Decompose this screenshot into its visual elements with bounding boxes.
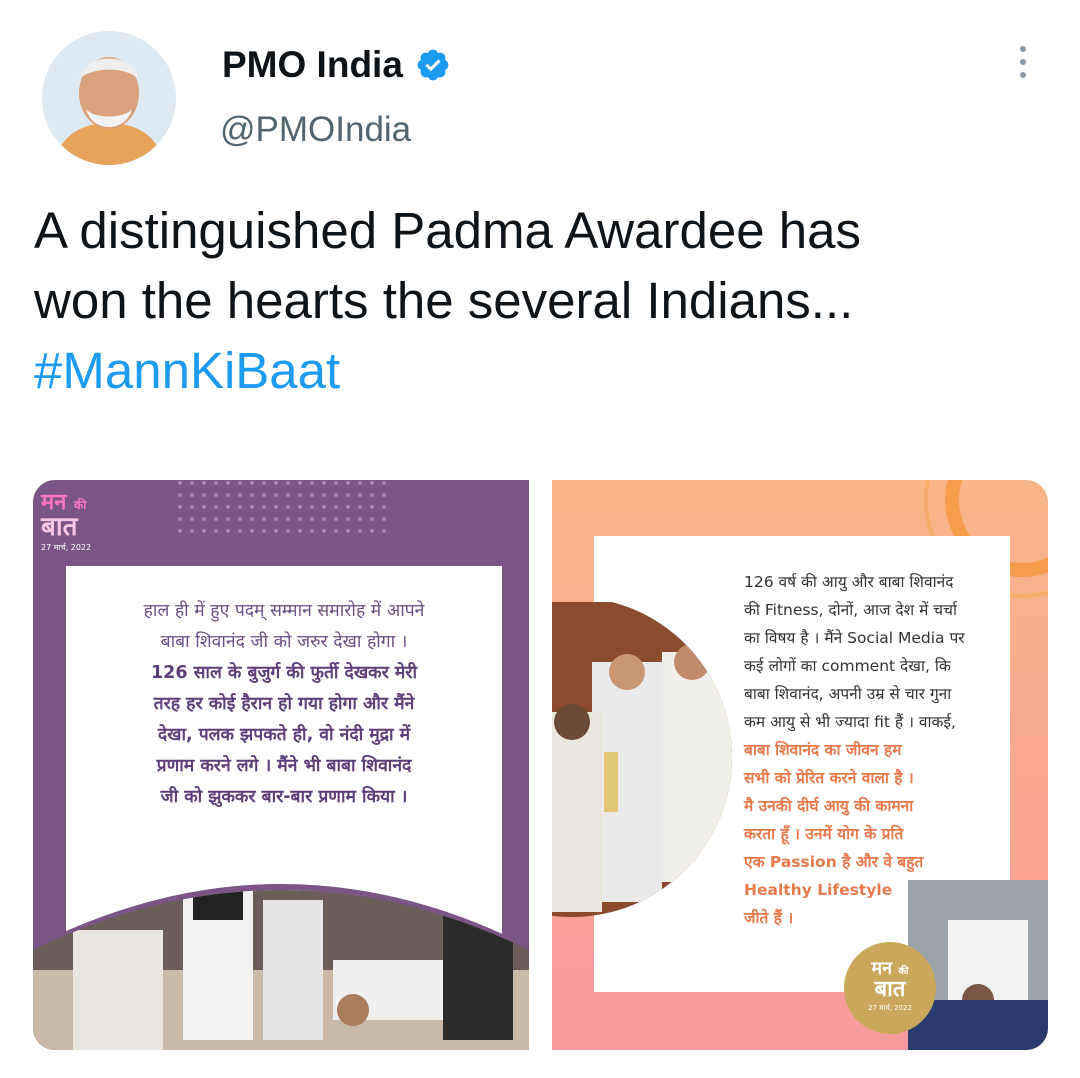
hashtag-link[interactable]: #MannKiBaat [34, 336, 1054, 406]
tweet-line-2: won the hearts the several Indians... [34, 272, 854, 329]
tweet-image-1[interactable]: मन की बात 27 मार्च, 2022 हाल ही में हुए … [33, 480, 529, 1050]
quote-text: 126 वर्ष की आयु और बाबा शिवानंद की Fitne… [744, 573, 965, 927]
mann-ki-baat-logo: मन की बात 27 मार्च, 2022 [41, 490, 92, 552]
verified-badge-icon [417, 49, 449, 81]
tweet-image-2[interactable]: 126 वर्ष की आयु और बाबा शिवानंद की Fitne… [552, 480, 1048, 1050]
account-name[interactable]: PMO India [222, 44, 403, 86]
profile-photo [42, 31, 176, 165]
profile-avatar[interactable] [42, 31, 176, 165]
ceremony-photo [33, 884, 529, 1050]
quote-text: हाल ही में हुए पदम् सम्मान समारोह में आप… [143, 601, 425, 807]
tweet-line-1: A distinguished Padma Awardee has [34, 202, 861, 259]
account-handle[interactable]: @PMOIndia [220, 110, 411, 150]
tweet-text: A distinguished Padma Awardee has won th… [34, 196, 1054, 406]
mann-ki-baat-logo: मन की बात 27 मार्च, 2022 [844, 942, 936, 1034]
award-photo [552, 602, 732, 917]
account-name-row[interactable]: PMO India [222, 44, 451, 86]
more-options-icon[interactable] [1010, 46, 1036, 86]
